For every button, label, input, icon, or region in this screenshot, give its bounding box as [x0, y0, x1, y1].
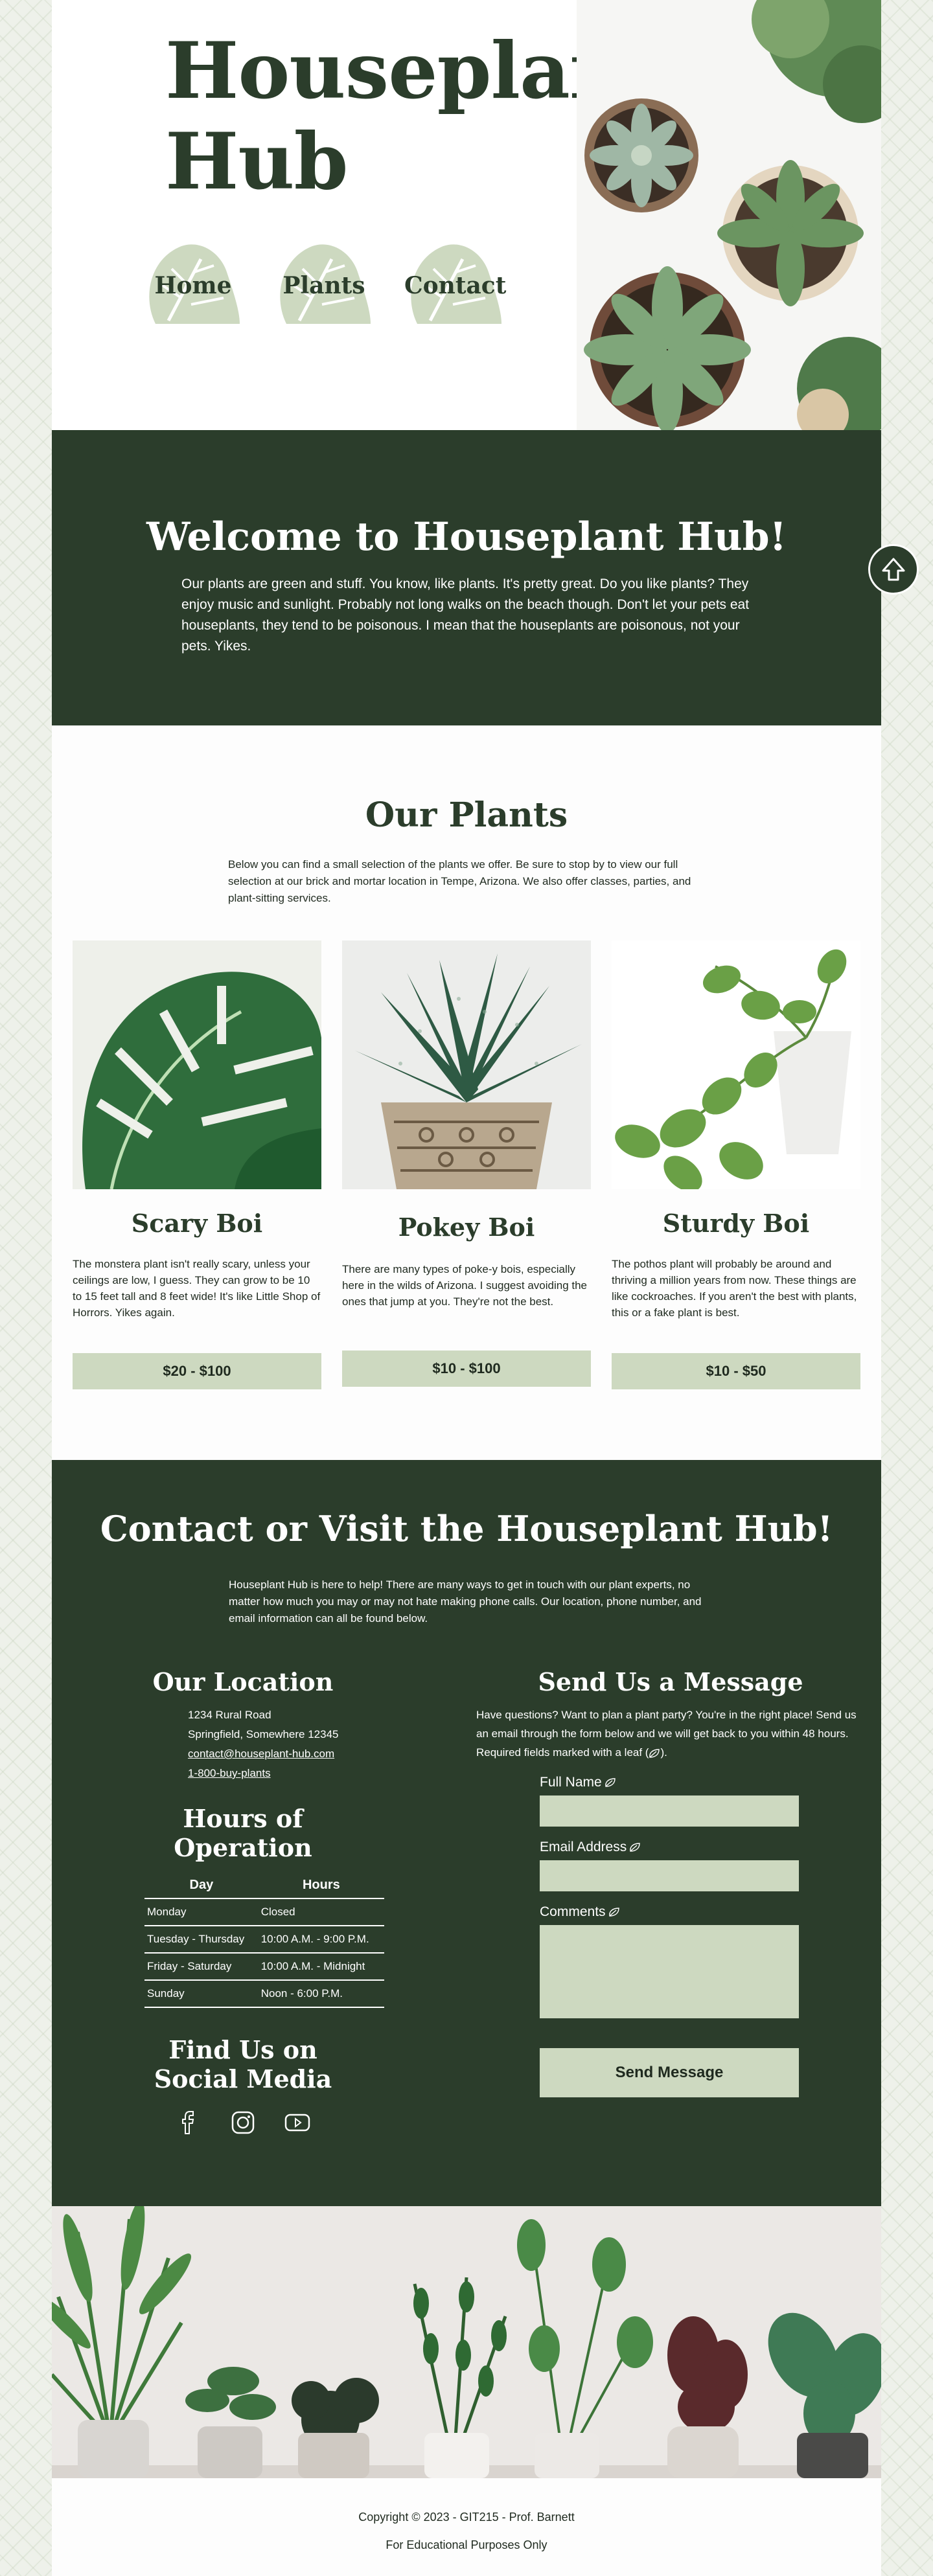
- address-street: 1234 Rural Road: [188, 1709, 271, 1721]
- plants-row-photo: [52, 2206, 881, 2478]
- leaf-icon: [605, 1778, 616, 1788]
- leaf-icon: [608, 1908, 619, 1917]
- column-header: Day: [144, 1874, 259, 1899]
- plant-description: There are many types of poke-y bois, esp…: [342, 1263, 588, 1308]
- nav-plants-label: Plants: [282, 272, 365, 299]
- youtube-icon[interactable]: [284, 2109, 311, 2136]
- plant-description: The pothos plant will probably be around…: [612, 1258, 857, 1319]
- email-link[interactable]: contact@houseplant-hub.com: [188, 1748, 334, 1760]
- address-city: Springfield, Somewhere 12345: [188, 1728, 339, 1740]
- message-intro-end: ).: [660, 1746, 667, 1759]
- hours-day: Monday: [144, 1898, 259, 1926]
- table-header-row: Day Hours: [144, 1874, 384, 1899]
- hours-time: Noon - 6:00 P.M.: [258, 1980, 384, 2008]
- plant-card: Scary Boi The monstera plant isn't reall…: [73, 940, 321, 1389]
- comments-label: Comments: [540, 1904, 799, 1920]
- hours-time: 10:00 A.M. - 9:00 P.M.: [258, 1926, 384, 1954]
- up-arrow-icon: [882, 558, 905, 581]
- column-header: Hours: [258, 1874, 384, 1899]
- aloe-photo: [342, 940, 591, 1189]
- plant-card: Pokey Boi There are many types of poke-y…: [342, 940, 591, 1387]
- back-to-top-button[interactable]: [868, 544, 919, 595]
- plant-price[interactable]: $10 - $100: [342, 1351, 591, 1387]
- message-intro: Have questions? Want to plan a plant par…: [476, 1705, 858, 1762]
- plant-card: Sturdy Boi The pothos plant will probabl…: [612, 940, 860, 1389]
- hero-succulents-photo: [577, 0, 881, 430]
- monstera-photo: [73, 940, 321, 1189]
- social-heading: Find Us on Social Media: [154, 2035, 332, 2093]
- contact-intro: Houseplant Hub is here to help! There ar…: [229, 1579, 702, 1624]
- send-message-button[interactable]: Send Message: [540, 2048, 799, 2097]
- plant-price[interactable]: $20 - $100: [73, 1353, 321, 1389]
- leaf-icon: [649, 1748, 660, 1758]
- table-row: Friday - Saturday 10:00 A.M. - Midnight: [144, 1953, 384, 1981]
- message-column: Send Us a Message Have questions? Want t…: [476, 1667, 865, 2097]
- hours-heading: Hours of Operation: [174, 1804, 312, 1862]
- hours-day: Tuesday - Thursday: [144, 1926, 259, 1954]
- pothos-photo: [612, 940, 860, 1189]
- email-field[interactable]: [540, 1860, 799, 1891]
- plants-heading: Our Plants: [365, 795, 568, 835]
- hours-time: Closed: [258, 1898, 384, 1926]
- copyright-text: Copyright © 2023 - GIT215 - Prof. Barnet…: [358, 2511, 575, 2524]
- plants-section: Our Plants Below you can find a small se…: [52, 725, 881, 1460]
- plant-name: Scary Boi: [131, 1209, 263, 1238]
- welcome-heading: Welcome to Houseplant Hub!: [146, 514, 787, 560]
- contact-section: Contact or Visit the Houseplant Hub! Hou…: [52, 1460, 881, 2206]
- page: Houseplant Hub Home Plants Contact Welco…: [52, 0, 881, 2576]
- footer-note: For Educational Purposes Only: [386, 2538, 547, 2551]
- hours-table: Day Hours Monday Closed Tuesday - Thursd…: [144, 1874, 384, 2008]
- email-label-text: Email Address: [540, 1840, 627, 1854]
- comments-label-text: Comments: [540, 1904, 606, 1919]
- site-header: Houseplant Hub Home Plants Contact: [52, 0, 881, 430]
- location-heading: Our Location: [152, 1667, 334, 1696]
- contact-heading: Contact or Visit the Houseplant Hub!: [100, 1508, 833, 1549]
- instagram-icon[interactable]: [229, 2109, 257, 2136]
- contact-form: Full Name Email Address Comments Send Me…: [540, 1775, 799, 2097]
- nav-home[interactable]: Home: [143, 240, 244, 330]
- hours-day: Sunday: [144, 1980, 259, 2008]
- address-block: 1234 Rural Road Springfield, Somewhere 1…: [188, 1705, 363, 1783]
- site-title: Houseplant Hub: [165, 25, 662, 207]
- phone-link[interactable]: 1-800-buy-plants: [188, 1767, 271, 1779]
- hours-time: 10:00 A.M. - Midnight: [258, 1953, 384, 1981]
- contact-info-column: Our Location 1234 Rural Road Springfield…: [123, 1667, 384, 2136]
- nav-contact[interactable]: Contact: [404, 240, 507, 330]
- comments-field[interactable]: [540, 1925, 799, 2018]
- site-footer: Copyright © 2023 - GIT215 - Prof. Barnet…: [52, 2478, 881, 2576]
- plant-name: Sturdy Boi: [662, 1209, 810, 1238]
- name-label-text: Full Name: [540, 1775, 602, 1790]
- facebook-icon[interactable]: [175, 2109, 202, 2136]
- full-name-field[interactable]: [540, 1795, 799, 1827]
- welcome-section: Welcome to Houseplant Hub! Our plants ar…: [52, 430, 881, 725]
- table-row: Tuesday - Thursday 10:00 A.M. - 9:00 P.M…: [144, 1926, 384, 1954]
- nav-contact-label: Contact: [404, 272, 507, 299]
- plant-name: Pokey Boi: [398, 1213, 535, 1242]
- message-heading: Send Us a Message: [538, 1667, 803, 1696]
- plant-price[interactable]: $10 - $50: [612, 1353, 860, 1389]
- email-label: Email Address: [540, 1840, 799, 1855]
- table-row: Sunday Noon - 6:00 P.M.: [144, 1980, 384, 2008]
- main-nav: Home Plants Contact: [143, 240, 507, 330]
- social-links: [123, 2109, 363, 2136]
- leaf-icon: [630, 1843, 640, 1852]
- nav-plants[interactable]: Plants: [273, 240, 374, 330]
- name-label: Full Name: [540, 1775, 799, 1790]
- table-row: Monday Closed: [144, 1898, 384, 1926]
- plant-description: The monstera plant isn't really scary, u…: [73, 1258, 321, 1319]
- hours-day: Friday - Saturday: [144, 1953, 259, 1981]
- welcome-text: Our plants are green and stuff. You know…: [181, 576, 750, 654]
- nav-home-label: Home: [154, 272, 232, 299]
- plants-intro: Below you can find a small selection of …: [228, 858, 691, 904]
